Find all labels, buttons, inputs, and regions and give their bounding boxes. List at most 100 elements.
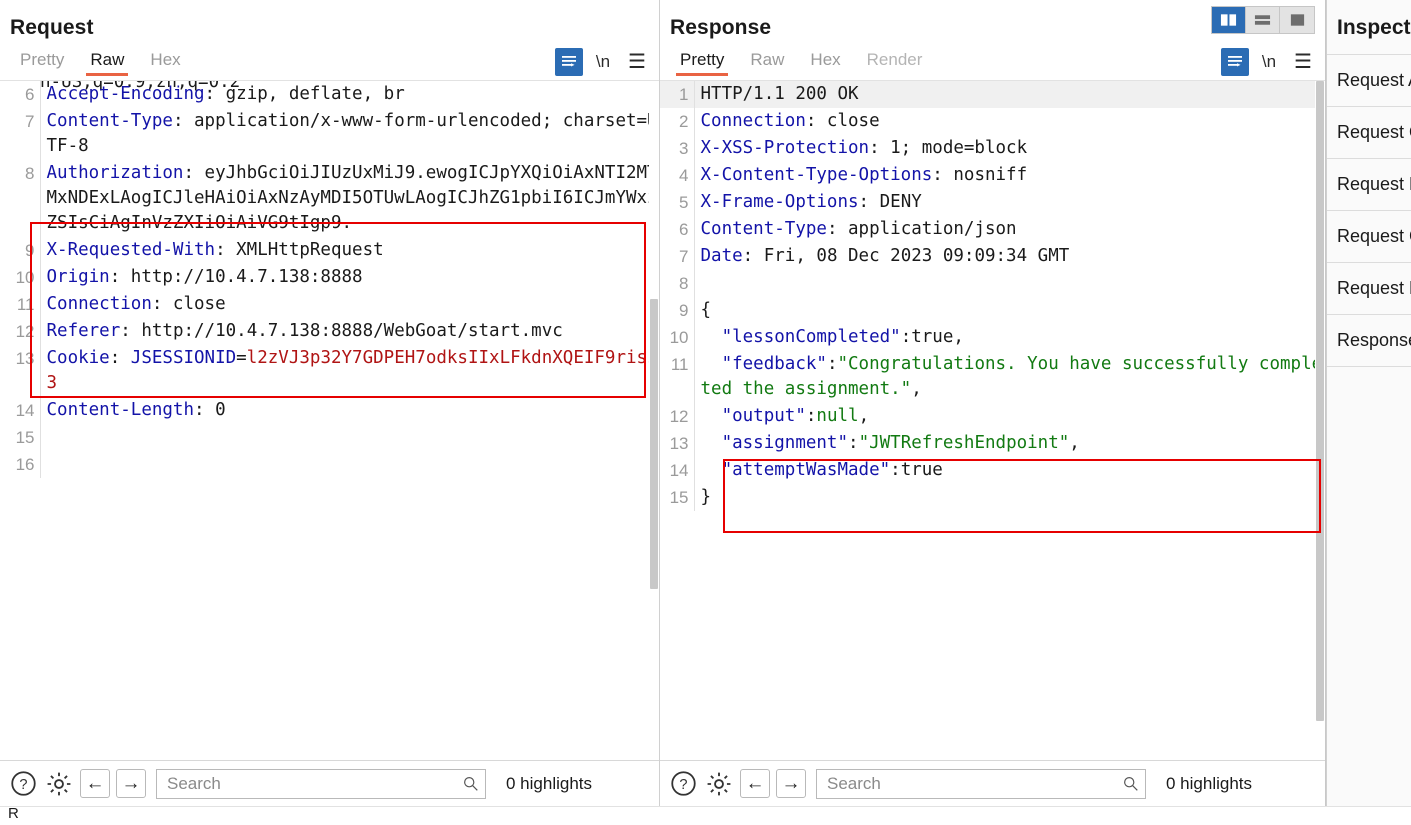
response-search-input[interactable] (825, 772, 1122, 795)
tab-request-raw[interactable]: Raw (80, 47, 134, 78)
inspector-row-response-headers[interactable]: Response Headers (1327, 314, 1411, 366)
code-line: 13 Cookie: JSESSIONID=l2zVJ3p32Y7GDPEH7od… (0, 345, 659, 397)
code-line: 6 Accept-Encoding: gzip, deflate, br (0, 81, 659, 108)
line-content[interactable] (40, 451, 659, 478)
line-content[interactable]: "lessonCompleted":true, (694, 324, 1325, 351)
arrow-left-icon[interactable]: ← (740, 769, 770, 798)
request-code-area[interactable]: n-US,q=0.9,zh;q=0.2 6 Accept-Encoding: gz… (0, 80, 659, 760)
response-search-box[interactable] (816, 768, 1146, 799)
line-content[interactable]: X-XSS-Protection: 1; mode=block (694, 135, 1325, 162)
search-icon (464, 777, 478, 791)
gear-icon[interactable] (44, 769, 74, 799)
tab-response-pretty[interactable]: Pretty (670, 47, 734, 78)
code-segment: "attemptWasMade" (700, 460, 891, 480)
code-segment: : close (151, 294, 226, 314)
arrow-right-icon[interactable]: → (776, 769, 806, 798)
line-number: 14 (660, 457, 695, 484)
line-content[interactable]: } (694, 484, 1325, 511)
inspector-row-request-headers[interactable]: Request Headers (1327, 262, 1411, 314)
line-content[interactable]: Origin: http://10.4.7.138:8888 (40, 264, 659, 291)
line-content[interactable]: Connection: close (694, 108, 1325, 135)
help-circle-icon[interactable]: ? (668, 769, 698, 799)
line-content[interactable]: Accept-Encoding: gzip, deflate, br (40, 81, 659, 108)
line-number: 9 (0, 237, 41, 264)
inspector-row-request-cookies[interactable]: Request Cookies (1327, 210, 1411, 262)
response-scroll-thumb[interactable] (1316, 81, 1324, 721)
response-tabbar: Pretty Raw Hex Render \n ☰ (660, 44, 1325, 80)
hamburger-menu-icon[interactable]: ☰ (623, 48, 651, 76)
help-circle-icon[interactable]: ? (8, 769, 38, 799)
response-code-area[interactable]: 1 HTTP/1.1 200 OK 2 Connection: close 3 X-XSS… (660, 80, 1325, 760)
line-content[interactable]: Content-Length: 0 (40, 397, 659, 424)
request-code-table: 6 Accept-Encoding: gzip, deflate, br 7 Cont… (0, 81, 659, 478)
line-content[interactable]: "attemptWasMade":true (694, 457, 1325, 484)
line-number: 9 (660, 297, 695, 324)
tab-request-hex[interactable]: Hex (140, 47, 190, 78)
tab-request-pretty[interactable]: Pretty (10, 47, 74, 78)
burp-repeater-window: Request Pretty Raw Hex \n ☰ n-US,q=0.9,z… (0, 0, 1411, 825)
hamburger-menu-icon[interactable]: ☰ (1289, 48, 1317, 76)
request-bottom-toolbar: ? ← → 0 highlights (0, 760, 659, 806)
code-line: 3 X-XSS-Protection: 1; mode=block (660, 135, 1325, 162)
line-number: 8 (660, 270, 695, 297)
request-scroll-thumb[interactable] (650, 299, 658, 589)
split-horizontal-layout-button[interactable] (1246, 7, 1280, 33)
code-line: 14 "attemptWasMade":true (660, 457, 1325, 484)
code-line: 7 Content-Type: application/x-www-form-ur… (0, 108, 659, 160)
line-content[interactable]: Referer: http://10.4.7.138:8888/WebGoat/… (40, 318, 659, 345)
newline-toggle-button[interactable]: \n (1255, 48, 1283, 76)
inspector-row-request-body-parameters[interactable]: Request Body Parameters (1327, 158, 1411, 210)
line-content[interactable]: Date: Fri, 08 Dec 2023 09:09:34 GMT (694, 243, 1325, 270)
inspector-title: Inspector (1337, 16, 1411, 39)
code-segment: : nosniff (932, 165, 1028, 185)
line-content[interactable]: Content-Type: application/x-www-form-url… (40, 108, 659, 160)
line-number: 5 (660, 189, 695, 216)
line-content[interactable] (40, 424, 659, 451)
line-content[interactable]: "assignment":"JWTRefreshEndpoint", (694, 430, 1325, 457)
arrow-left-icon[interactable]: ← (80, 769, 110, 798)
line-number: 12 (0, 318, 41, 345)
tab-response-render[interactable]: Render (857, 47, 933, 78)
newline-toggle-button[interactable]: \n (589, 48, 617, 76)
line-content[interactable]: Cookie: JSESSIONID=l2zVJ3p32Y7GDPEH7odks… (40, 345, 659, 397)
line-content[interactable]: "feedback":"Congratulations. You have su… (694, 351, 1325, 403)
line-content[interactable]: Connection: close (40, 291, 659, 318)
line-content[interactable] (694, 270, 1325, 297)
line-content[interactable]: "output":null, (694, 403, 1325, 430)
layout-toggle-group (1211, 6, 1315, 34)
line-content[interactable]: X-Content-Type-Options: nosniff (694, 162, 1325, 189)
gear-icon[interactable] (704, 769, 734, 799)
code-line: 8 (660, 270, 1325, 297)
inspector-row-request-query-parameters[interactable]: Request Query Parameters (1327, 106, 1411, 158)
single-pane-layout-button[interactable] (1280, 7, 1314, 33)
code-line: 10 Origin: http://10.4.7.138:8888 (0, 264, 659, 291)
request-vertical-scrollbar[interactable] (649, 81, 659, 760)
request-panel: Request Pretty Raw Hex \n ☰ n-US,q=0.9,z… (0, 0, 660, 806)
tab-response-hex[interactable]: Hex (800, 47, 850, 78)
svg-text:?: ? (679, 777, 687, 793)
tab-response-raw[interactable]: Raw (740, 47, 794, 78)
menu-glyph: ☰ (1294, 51, 1312, 73)
footer-ghost-text: R (8, 806, 19, 822)
line-content[interactable]: Content-Type: application/json (694, 216, 1325, 243)
request-search-input[interactable] (165, 772, 462, 795)
split-vertical-layout-button[interactable] (1212, 7, 1246, 33)
line-content[interactable]: { (694, 297, 1325, 324)
menu-glyph: ☰ (628, 51, 646, 73)
code-segment: : gzip, deflate, br (204, 84, 405, 104)
line-content[interactable]: X-Frame-Options: DENY (694, 189, 1325, 216)
line-content[interactable]: Authorization: eyJhbGciOiJIUzUxMiJ9.ewog… (40, 160, 659, 237)
code-segment: : (805, 406, 817, 426)
word-wrap-icon[interactable] (555, 48, 583, 76)
word-wrap-icon[interactable] (1221, 48, 1249, 76)
inspector-row-request-attributes[interactable]: Request Attributes (1327, 54, 1411, 106)
request-search-box[interactable] (156, 768, 486, 799)
arrow-right-icon[interactable]: → (116, 769, 146, 798)
line-content[interactable]: X-Requested-With: XMLHttpRequest (40, 237, 659, 264)
code-segment: : http://10.4.7.138:8888 (109, 267, 363, 287)
line-number: 12 (660, 403, 695, 430)
line-number: 6 (0, 81, 41, 108)
response-vertical-scrollbar[interactable] (1315, 81, 1325, 760)
line-content[interactable]: HTTP/1.1 200 OK (694, 81, 1325, 108)
line-number: 15 (0, 424, 41, 451)
